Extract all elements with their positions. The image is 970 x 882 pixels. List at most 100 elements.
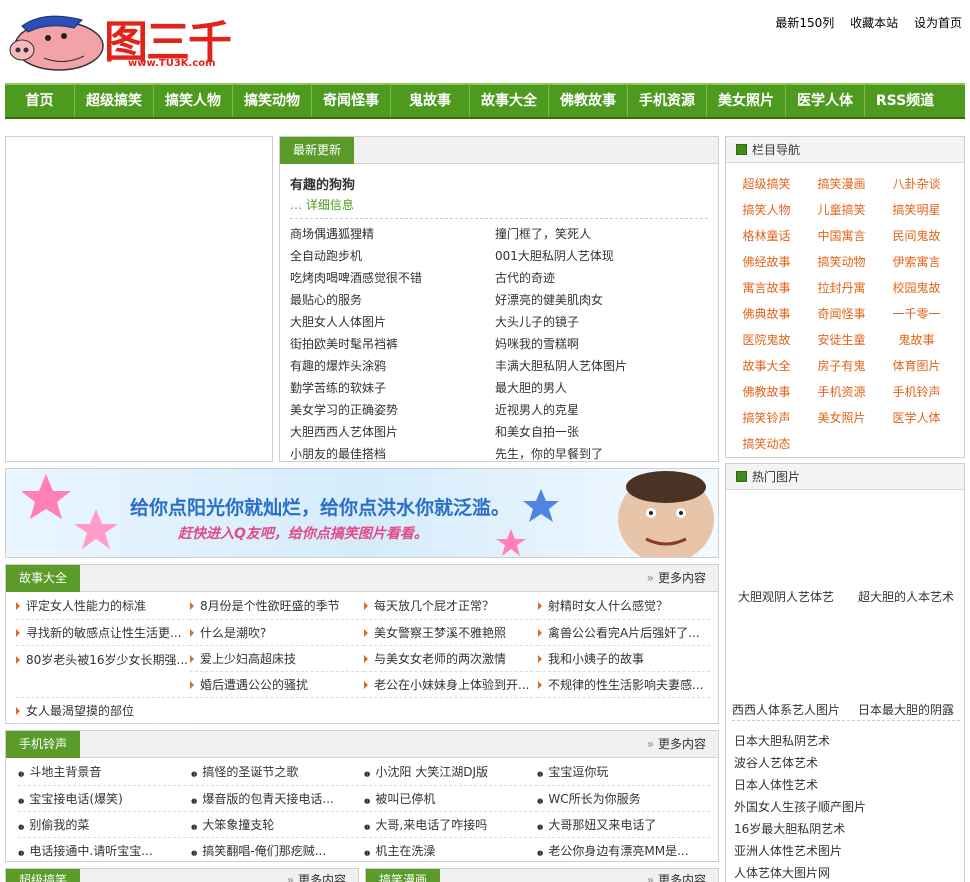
latest-item[interactable]: 有趣的爆炸头涂鸦: [290, 355, 495, 377]
category-link[interactable]: 安徒生童: [804, 327, 879, 353]
hot-list-item[interactable]: 日本人体性艺术: [734, 774, 960, 796]
latest-item[interactable]: 古代的奇迹: [495, 267, 710, 289]
latest-item[interactable]: 近视男人的克星: [495, 399, 710, 421]
ringtone-item[interactable]: 别偷我的菜: [18, 816, 191, 833]
story-item[interactable]: 80岁老头被16岁少女长期强...: [16, 653, 188, 667]
story-item[interactable]: 每天放几个屁才正常？: [364, 597, 538, 614]
ringtone-item[interactable]: 爆音版的包青天接电话...: [191, 790, 364, 807]
ringtone-item[interactable]: 大哥,来电话了咋接吗: [364, 816, 537, 833]
category-link[interactable]: 医院鬼故: [729, 327, 804, 353]
site-logo[interactable]: 图三千 www.TU3K.com: [4, 6, 236, 72]
nav-home[interactable]: 首页: [5, 85, 75, 117]
category-link[interactable]: 鬼故事: [879, 327, 954, 353]
hot-caption[interactable]: 日本最大胆的阴露: [846, 701, 964, 718]
latest-item[interactable]: 001大胆私阴人艺体现: [495, 245, 710, 267]
latest-item[interactable]: 大头儿子的镜子: [495, 311, 710, 333]
nav-super-funny[interactable]: 超级搞笑: [75, 85, 154, 117]
nav-stories[interactable]: 故事大全: [470, 85, 549, 117]
category-link[interactable]: 一千零一: [879, 301, 954, 327]
ringtone-item[interactable]: 宝宝接电话(爆笑): [18, 790, 191, 807]
category-link[interactable]: 搞笑铃声: [729, 405, 804, 431]
category-link[interactable]: 寓言故事: [729, 275, 804, 301]
nav-rss[interactable]: RSS频道: [865, 85, 945, 117]
top-link-set-home[interactable]: 设为首页: [914, 16, 962, 30]
category-link[interactable]: 校园鬼故: [879, 275, 954, 301]
nav-buddhist-stories[interactable]: 佛教故事: [549, 85, 628, 117]
detail-link[interactable]: … 详细信息: [290, 196, 708, 216]
category-link[interactable]: 体育图片: [879, 353, 954, 379]
category-link[interactable]: 故事大全: [729, 353, 804, 379]
story-item[interactable]: 美女警察王梦溪不雅艳照: [364, 624, 538, 641]
nav-funny-people[interactable]: 搞笑人物: [154, 85, 233, 117]
story-item[interactable]: 爱上少妇高超床技: [190, 650, 364, 667]
nav-medical[interactable]: 医学人体: [786, 85, 865, 117]
hot-caption[interactable]: 西西人体系艺人图片: [726, 701, 846, 718]
funny-comics-tab[interactable]: 搞笑漫画: [366, 869, 441, 882]
category-link[interactable]: 医学人体: [879, 405, 954, 431]
story-item[interactable]: 寻找新的敏感点让性生活更...: [16, 624, 190, 641]
nav-funny-animals[interactable]: 搞笑动物: [233, 85, 312, 117]
category-link[interactable]: 儿童搞笑: [804, 197, 879, 223]
latest-item[interactable]: 商场偶遇狐狸精: [290, 223, 495, 245]
hot-list-item[interactable]: 人体艺体大图片网: [734, 862, 960, 882]
nav-mobile[interactable]: 手机资源: [628, 85, 707, 117]
latest-item[interactable]: 先生，你的早餐到了: [495, 443, 710, 461]
latest-item[interactable]: 好漂亮的健美肌肉女: [495, 289, 710, 311]
hot-list-item[interactable]: 亚洲人体性艺术图片: [734, 840, 960, 862]
ringtone-item[interactable]: 大哥那妞又来电话了: [537, 816, 710, 833]
nav-strange-news[interactable]: 奇闻怪事: [312, 85, 391, 117]
latest-item[interactable]: 丰满大胆私阴人艺体图片: [495, 355, 710, 377]
category-link[interactable]: 八卦杂谈: [879, 171, 954, 197]
category-link[interactable]: 搞笑漫画: [804, 171, 879, 197]
ringtone-item[interactable]: 搞笑翻唱-俺们那疙贼...: [191, 842, 364, 859]
latest-item[interactable]: 最大胆的男人: [495, 377, 710, 399]
category-link[interactable]: 佛典故事: [729, 301, 804, 327]
nav-ghost-stories[interactable]: 鬼故事: [391, 85, 470, 117]
top-link-bookmark[interactable]: 收藏本站: [850, 16, 898, 30]
ringtone-item[interactable]: 斗地主背景音: [18, 763, 191, 780]
ringtone-item[interactable]: 大笨象撞支轮: [191, 816, 364, 833]
stories-more-link[interactable]: 更多内容: [647, 565, 706, 592]
latest-item[interactable]: 和美女自拍一张: [495, 421, 710, 443]
hot-caption[interactable]: 超大胆的人本艺术: [846, 588, 964, 605]
ringtone-item[interactable]: 被叫已停机: [364, 790, 537, 807]
category-link[interactable]: 格林童话: [729, 223, 804, 249]
ringtone-item[interactable]: 搞怪的圣诞节之歌: [191, 763, 364, 780]
latest-item[interactable]: 吃烤肉喝啤酒感觉很不错: [290, 267, 495, 289]
category-link[interactable]: 超级搞笑: [729, 171, 804, 197]
story-item[interactable]: 什么是潮吹?: [190, 624, 364, 641]
latest-item[interactable]: 大胆西西人艺体图片: [290, 421, 495, 443]
story-item[interactable]: 与美女女老师的两次激情: [364, 650, 538, 667]
stories-tab[interactable]: 故事大全: [6, 565, 81, 592]
category-link[interactable]: 佛教故事: [729, 379, 804, 405]
latest-item[interactable]: 街拍欧美时髦吊裆裤: [290, 333, 495, 355]
story-item[interactable]: 女人最渴望摸的部位: [16, 702, 190, 719]
story-item[interactable]: 老公在小妹妹身上体验到开...: [364, 676, 538, 693]
category-link[interactable]: 佛经故事: [729, 249, 804, 275]
ringtone-item[interactable]: 机主在洗澡: [364, 842, 537, 859]
category-link[interactable]: 奇闻怪事: [804, 301, 879, 327]
banner-ad[interactable]: 给你点阳光你就灿烂，给你点洪水你就泛滥。 赶快进入Q友吧，给你点搞笑图片看看。: [5, 468, 719, 558]
latest-updates-tab[interactable]: 最新更新: [280, 137, 355, 164]
category-link[interactable]: 房子有鬼: [804, 353, 879, 379]
nav-beauty-photos[interactable]: 美女照片: [707, 85, 786, 117]
story-item[interactable]: 射精时女人什么感觉？: [538, 597, 710, 614]
hot-list-item[interactable]: 日本大胆私阴艺术: [734, 730, 960, 752]
category-link[interactable]: 搞笑动物: [804, 249, 879, 275]
category-link[interactable]: 手机资源: [804, 379, 879, 405]
category-link[interactable]: 伊索寓言: [879, 249, 954, 275]
latest-item[interactable]: 美女学习的正确姿势: [290, 399, 495, 421]
category-link[interactable]: 搞笑人物: [729, 197, 804, 223]
super-funny-more-link[interactable]: 更多内容: [287, 869, 346, 882]
headline[interactable]: 有趣的狗狗: [290, 174, 708, 196]
category-link[interactable]: 民间鬼故: [879, 223, 954, 249]
category-link[interactable]: 中国寓言: [804, 223, 879, 249]
story-item[interactable]: 评定女人性能力的标准: [16, 597, 190, 614]
story-item[interactable]: 不规律的性生活影响夫妻感...: [538, 676, 710, 693]
latest-item[interactable]: 全自动跑步机: [290, 245, 495, 267]
ringtone-item[interactable]: WC所长为你服务: [537, 790, 710, 807]
ringtones-more-link[interactable]: 更多内容: [647, 731, 706, 758]
ringtones-tab[interactable]: 手机铃声: [6, 731, 81, 758]
ringtone-item[interactable]: 老公你身边有漂亮MM是...: [537, 842, 710, 859]
latest-item[interactable]: 撞门框了，笑死人: [495, 223, 710, 245]
